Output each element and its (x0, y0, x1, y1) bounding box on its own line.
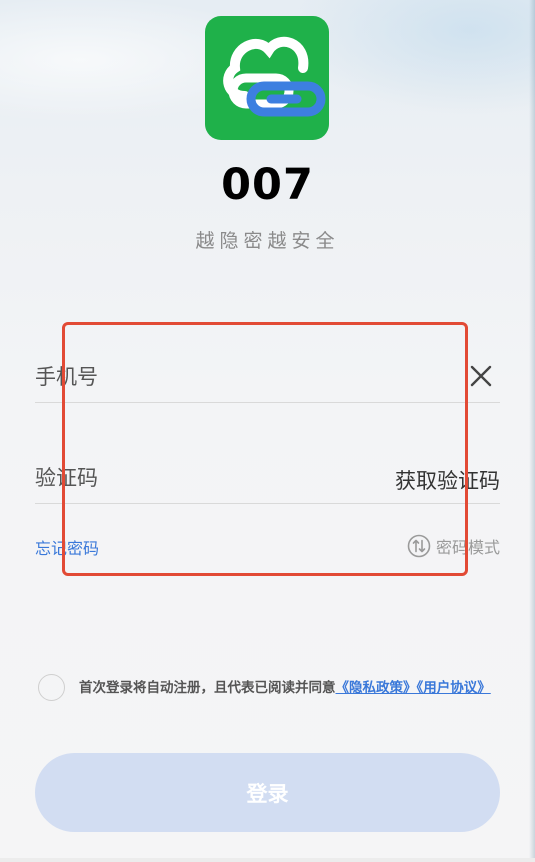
app-title: 007 (221, 160, 314, 210)
password-mode-toggle[interactable]: 密码模式 (407, 533, 500, 559)
login-button[interactable]: 登录 (35, 753, 500, 832)
chain-cloud-logo-icon (223, 36, 326, 117)
get-code-button[interactable]: 获取验证码 (395, 465, 500, 495)
switch-arrows-icon (407, 534, 431, 558)
edge-shadow (529, 0, 535, 862)
password-mode-label: 密码模式 (435, 538, 500, 557)
phone-input[interactable] (35, 360, 415, 394)
agreement-statement: 首次登录将自动注册，且代表已阅读并同意 (79, 680, 336, 696)
privacy-policy-link[interactable]: 《隐私政策》 (336, 680, 417, 696)
phone-field-row (35, 352, 500, 403)
code-field-row: 获取验证码 (35, 453, 500, 504)
app-slogan: 越隐密越安全 (195, 230, 340, 252)
agreement-checkbox[interactable] (38, 674, 65, 701)
forgot-password-link[interactable]: 忘记密码 (35, 535, 99, 559)
clear-icon[interactable] (468, 363, 494, 389)
agreement-text: 首次登录将自动注册，且代表已阅读并同意《隐私政策》《用户协议》 (79, 677, 519, 699)
user-agreement-link[interactable]: 《用户协议》 (417, 680, 491, 696)
bottom-divider (0, 858, 535, 862)
app-logo (205, 16, 329, 140)
verification-code-input[interactable] (35, 461, 335, 495)
